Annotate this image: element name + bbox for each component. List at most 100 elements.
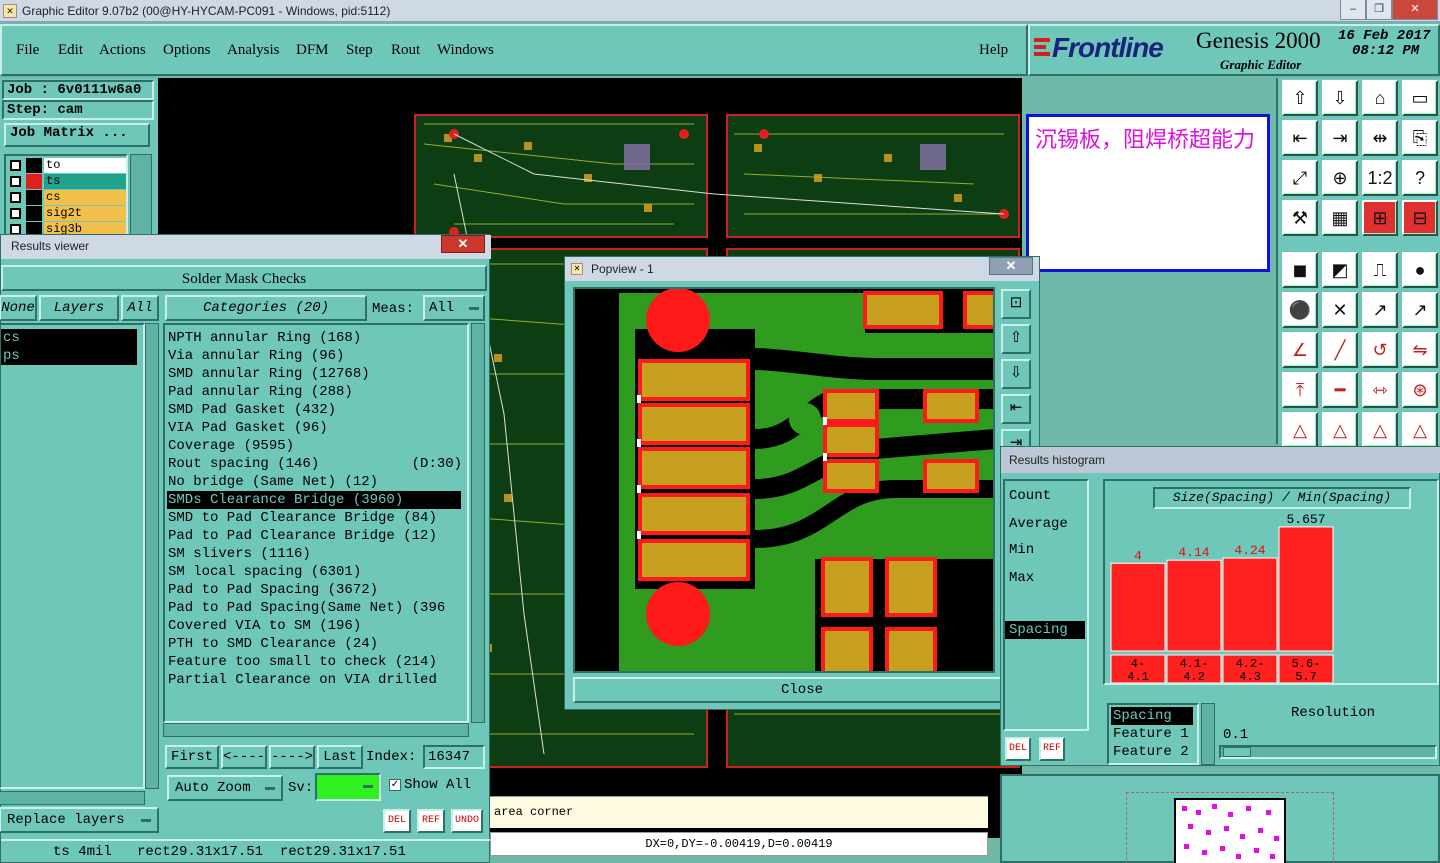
category-item[interactable]: Pad annular Ring (288) — [167, 383, 461, 401]
layer-list-scrollbar[interactable] — [145, 323, 159, 789]
snap-icon[interactable]: ⊞ — [1362, 200, 1398, 236]
menu-step[interactable]: Step — [346, 42, 373, 59]
categories-hscroll[interactable] — [163, 723, 469, 737]
category-item[interactable]: VIA Pad Gasket (96) — [167, 419, 461, 437]
close-window-button[interactable]: ✕ — [1392, 0, 1438, 20]
hist-ref-button[interactable]: REF — [1039, 737, 1065, 761]
category-item[interactable]: Rout spacing (146) (D:30) — [167, 455, 461, 473]
feature-scrollbar[interactable] — [1201, 703, 1215, 765]
overview-map[interactable] — [1000, 774, 1440, 863]
categories-scrollbar[interactable] — [471, 323, 485, 723]
layer-row-sig2t[interactable]: sig2t — [8, 206, 126, 221]
layers-button[interactable]: Layers — [39, 295, 119, 321]
step-icon[interactable]: ⎘ — [1402, 120, 1438, 156]
pop-down-icon[interactable]: ⇩ — [1001, 359, 1031, 389]
node-icon[interactable]: ⚫ — [1282, 292, 1318, 328]
center-icon[interactable]: ⊕ — [1322, 160, 1358, 196]
menu-rout[interactable]: Rout — [391, 42, 420, 59]
category-item[interactable]: No bridge (Same Net) (12) — [167, 473, 461, 491]
popview-canvas[interactable] — [573, 287, 995, 673]
zoom-in-icon[interactable]: ⇩ — [1322, 80, 1358, 116]
meas-select[interactable]: All — [423, 295, 485, 321]
side-count[interactable]: Count — [1009, 487, 1051, 505]
category-item[interactable]: Coverage (9595) — [167, 437, 461, 455]
replace-layers-select[interactable]: Replace layers — [0, 807, 159, 833]
snap-alt-icon[interactable]: ⊟ — [1402, 200, 1438, 236]
ref-button[interactable]: REF — [417, 809, 445, 833]
feature-1[interactable]: Feature 1 — [1113, 725, 1189, 743]
all-layers-button[interactable]: All — [121, 295, 159, 321]
category-item[interactable]: PTH to SMD Clearance (24) — [167, 635, 461, 653]
layer-result-cs[interactable]: cs — [1, 329, 137, 347]
layer-list-hscroll[interactable] — [0, 791, 145, 805]
undo-button[interactable]: UNDO — [451, 809, 483, 833]
ruler-icon[interactable]: ⎍ — [1362, 252, 1398, 288]
category-item[interactable]: Feature too small to check (214) — [167, 653, 461, 671]
layer-row-ts[interactable]: ts — [8, 174, 126, 189]
fit-icon[interactable]: ⤢ — [1282, 160, 1318, 196]
window-icon[interactable]: ▭ — [1402, 80, 1438, 116]
target-icon[interactable]: ⊛ — [1402, 372, 1438, 408]
category-item[interactable]: Pad to Pad Spacing (3672) — [167, 581, 461, 599]
show-all-checkbox[interactable]: ✓ — [389, 779, 401, 791]
side-max[interactable]: Max — [1009, 569, 1034, 587]
layer-result-ps[interactable]: ps — [1, 347, 137, 365]
angle-icon[interactable]: ∠ — [1282, 332, 1318, 368]
resolution-slider[interactable] — [1219, 745, 1437, 759]
layer-checkbox[interactable] — [10, 208, 21, 219]
layer-checkbox[interactable] — [10, 176, 21, 187]
job-matrix-button[interactable]: Job Matrix ... — [4, 123, 150, 147]
measure-icon[interactable]: ⚒ — [1282, 200, 1318, 236]
prev-button[interactable]: <---- — [221, 745, 267, 769]
pan-left-icon[interactable]: ⇤ — [1282, 120, 1318, 156]
side-min[interactable]: Min — [1009, 541, 1034, 559]
drag-icon[interactable]: ◩ — [1322, 252, 1358, 288]
popview-close-button[interactable]: Close — [573, 677, 1031, 703]
category-item[interactable]: SMD Pad Gasket (432) — [167, 401, 461, 419]
menu-help[interactable]: Help — [979, 42, 1008, 59]
zoom-home-icon[interactable]: ⇧ — [1282, 80, 1318, 116]
pan-right-icon[interactable]: ⇥ — [1322, 120, 1358, 156]
tri-red-icon[interactable]: △ — [1362, 412, 1398, 448]
next-button[interactable]: ----> — [269, 745, 315, 769]
hist-del-button[interactable]: DEL — [1005, 737, 1031, 761]
menu-file[interactable]: File — [16, 42, 39, 59]
tri-mark-icon[interactable]: △ — [1402, 412, 1438, 448]
help-icon[interactable]: ? — [1402, 160, 1438, 196]
side-average[interactable]: Average — [1009, 515, 1068, 533]
category-item[interactable]: SMDs Clearance Bridge (3960) — [167, 491, 461, 509]
arrow-alt-icon[interactable]: ↗ — [1402, 292, 1438, 328]
menu-edit[interactable]: Edit — [58, 42, 83, 59]
index-input[interactable]: 16347 — [423, 745, 485, 769]
category-item[interactable]: NPTH annular Ring (168) — [167, 329, 461, 347]
del-button[interactable]: DEL — [383, 809, 411, 833]
feature-list[interactable]: Spacing Feature 1 Feature 2 — [1107, 703, 1199, 765]
category-item[interactable]: SMD to Pad Clearance Bridge (84) — [167, 509, 461, 527]
category-item[interactable]: SM slivers (1116) — [167, 545, 461, 563]
rotate-icon[interactable]: ↺ — [1362, 332, 1398, 368]
arrow-icon[interactable]: ↗ — [1362, 292, 1398, 328]
menu-dfm[interactable]: DFM — [296, 42, 329, 59]
categories-button[interactable]: Categories (20) — [165, 295, 367, 321]
side-spacing[interactable]: Spacing — [1005, 621, 1085, 639]
pop-up-icon[interactable]: ⇧ — [1001, 324, 1031, 354]
menu-windows[interactable]: Windows — [437, 42, 494, 59]
layer-results-list[interactable]: cs ps — [0, 323, 145, 789]
menu-actions[interactable]: Actions — [99, 42, 146, 59]
feature-2[interactable]: Feature 2 — [1113, 743, 1189, 761]
grid-icon[interactable]: ▦ — [1322, 200, 1358, 236]
layer-row-cs[interactable]: cs — [8, 190, 126, 205]
results-close-button[interactable]: ✕ — [441, 235, 485, 253]
scale-icon[interactable]: 1:2 — [1362, 160, 1398, 196]
menu-analysis[interactable]: Analysis — [227, 42, 280, 59]
zoom-frame-icon[interactable]: ⌂ — [1362, 80, 1398, 116]
categories-list[interactable]: NPTH annular Ring (168) Via annular Ring … — [163, 323, 469, 723]
flip-icon[interactable]: ⇋ — [1402, 332, 1438, 368]
popview-close-x[interactable]: ✕ — [989, 257, 1033, 275]
sv-color-select[interactable] — [315, 773, 381, 801]
auto-zoom-select[interactable]: Auto Zoom — [167, 775, 283, 801]
select-icon[interactable]: ◼ — [1282, 252, 1318, 288]
cross-icon[interactable]: ✕ — [1322, 292, 1358, 328]
menu-options[interactable]: Options — [163, 42, 211, 59]
category-item[interactable]: Pad to Pad Clearance Bridge (12) — [167, 527, 461, 545]
